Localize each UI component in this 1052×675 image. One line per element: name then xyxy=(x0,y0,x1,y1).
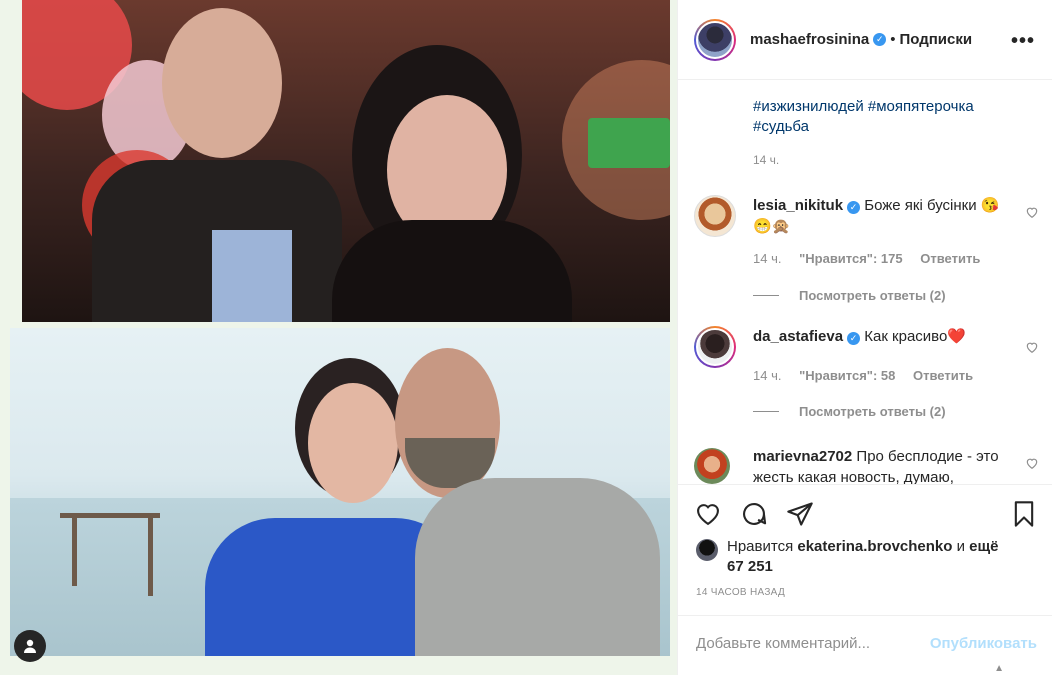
likes-prefix: Нравится xyxy=(727,538,794,555)
heart-icon[interactable] xyxy=(1025,456,1039,470)
comment-time[interactable]: 14 ч. xyxy=(753,251,781,266)
comment-text: Как красиво❤️ xyxy=(864,328,966,345)
liker-avatar[interactable] xyxy=(696,539,718,561)
liker-username[interactable]: ekaterina.brovchenko xyxy=(797,538,952,555)
post-media[interactable] xyxy=(0,0,677,675)
share-send-icon[interactable] xyxy=(786,500,814,528)
reply-button[interactable]: Ответить xyxy=(913,368,973,383)
commenter-username[interactable]: lesia_nikituk xyxy=(753,197,843,214)
post-timestamp[interactable]: 14 ЧАСОВ НАЗАД xyxy=(696,587,785,598)
tagged-users-button[interactable] xyxy=(14,630,46,662)
author-avatar[interactable] xyxy=(694,18,736,61)
heart-icon[interactable] xyxy=(1025,205,1039,219)
author-username[interactable]: mashaefrosinina xyxy=(750,31,869,48)
view-replies-label: Посмотреть ответы (2) xyxy=(799,288,946,303)
commenter-username[interactable]: da_astafieva xyxy=(753,328,843,345)
caption-time[interactable]: 14 ч. xyxy=(753,153,779,167)
commenter-avatar[interactable] xyxy=(694,448,730,484)
action-bar xyxy=(678,484,1052,544)
verified-icon: ✓ xyxy=(847,332,861,345)
commenter-avatar[interactable] xyxy=(694,326,736,368)
likes-conj: и xyxy=(956,538,965,555)
caption-hashtags[interactable]: #изжизнилюдей #мояпятерочка #судьба xyxy=(753,97,1013,137)
comments-list[interactable]: #изжизнилюдей #мояпятерочка #судьба 14 ч… xyxy=(678,81,1052,484)
divider xyxy=(753,295,779,296)
more-horizontal-icon[interactable]: ••• xyxy=(1011,30,1035,53)
comment-bubble-icon[interactable] xyxy=(740,500,768,528)
reply-button[interactable]: Ответить xyxy=(920,251,980,266)
commenter-username[interactable]: marievna2702 xyxy=(753,448,852,465)
following-button[interactable]: Подписки xyxy=(899,31,972,48)
post-header: mashaefrosinina ✓ • Подписки ••• xyxy=(678,0,1052,80)
commenter-avatar[interactable] xyxy=(694,195,736,237)
comment-likes[interactable]: "Нравится": 175 xyxy=(799,251,903,266)
photo-bottom xyxy=(10,328,670,656)
verified-icon: ✓ xyxy=(873,33,887,46)
photo-top xyxy=(22,0,670,322)
bookmark-icon[interactable] xyxy=(1010,500,1038,528)
comment-likes[interactable]: "Нравится": 58 xyxy=(799,368,895,383)
publish-button[interactable]: Опубликовать xyxy=(930,635,1037,652)
comment-time[interactable]: 14 ч. xyxy=(753,368,781,383)
view-replies-button[interactable]: Посмотреть ответы (2) xyxy=(753,288,946,303)
like-heart-icon[interactable] xyxy=(694,500,722,528)
verified-icon: ✓ xyxy=(847,201,861,214)
divider xyxy=(753,411,779,412)
user-icon xyxy=(24,639,36,653)
post-panel: mashaefrosinina ✓ • Подписки ••• #изжизн… xyxy=(677,0,1052,675)
heart-icon[interactable] xyxy=(1025,340,1039,354)
scroll-up-icon[interactable]: ▲ xyxy=(994,663,1004,674)
comment-input[interactable]: Добавьте комментарий... xyxy=(696,635,870,652)
separator: • xyxy=(890,31,896,48)
view-replies-button[interactable]: Посмотреть ответы (2) xyxy=(753,404,946,419)
view-replies-label: Посмотреть ответы (2) xyxy=(799,404,946,419)
